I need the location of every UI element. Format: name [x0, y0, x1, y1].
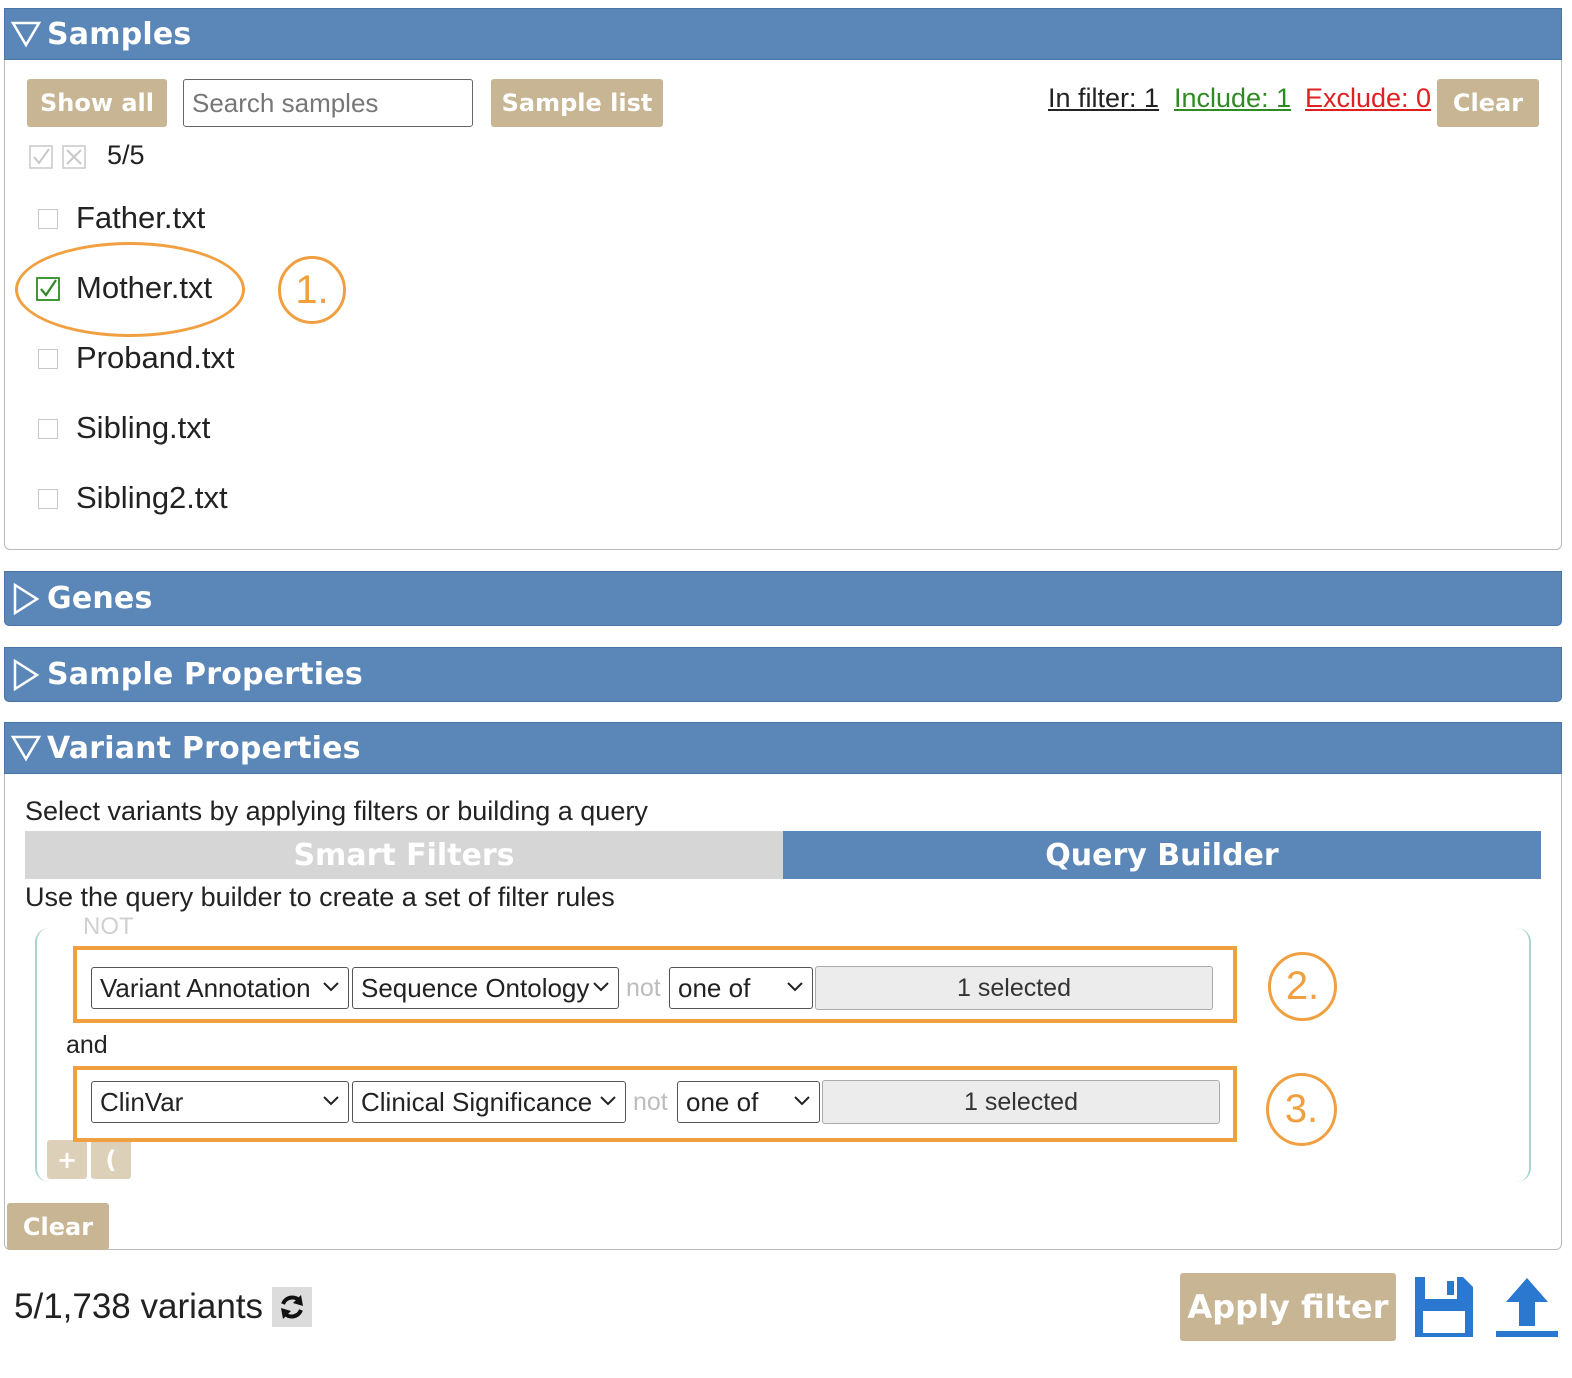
save-icon[interactable]	[1411, 1273, 1477, 1346]
sample-checkbox[interactable]	[38, 419, 58, 439]
exclude-link[interactable]: Exclude: 0	[1305, 83, 1431, 114]
select-all-icon[interactable]	[29, 145, 53, 174]
sample-count: 5/5	[107, 140, 145, 170]
variant-clear-button[interactable]: Clear	[7, 1203, 109, 1250]
sample-label: Father.txt	[76, 200, 206, 235]
variant-properties-section-header[interactable]: Variant Properties	[4, 722, 1562, 774]
add-group-button[interactable]: (	[91, 1140, 131, 1179]
annotation-marker-3: 3.	[1266, 1073, 1337, 1146]
variant-count: 5/1,738 variants	[14, 1287, 264, 1326]
samples-title: Samples	[47, 16, 192, 52]
variant-properties-title: Variant Properties	[47, 730, 361, 766]
expand-triangle-icon	[5, 658, 47, 691]
collapse-triangle-icon	[5, 20, 47, 48]
samples-clear-button[interactable]: Clear	[1437, 79, 1539, 127]
apply-filter-button[interactable]: Apply filter	[1180, 1273, 1396, 1341]
in-filter-link[interactable]: In filter: 1	[1048, 83, 1159, 114]
tab-query-builder[interactable]: Query Builder	[783, 831, 1541, 879]
sample-properties-section-header[interactable]: Sample Properties	[4, 647, 1562, 702]
sample-checkbox[interactable]	[38, 209, 58, 229]
tab-smart-filters[interactable]: Smart Filters	[25, 831, 783, 879]
samples-section-header[interactable]: Samples	[4, 8, 1562, 60]
variant-properties-intro: Select variants by applying filters or b…	[25, 796, 648, 826]
annotation-ellipse	[15, 242, 245, 337]
annotation-marker-2: 2.	[1268, 952, 1337, 1021]
search-samples-input[interactable]: Search samples	[183, 79, 473, 127]
include-link[interactable]: Include: 1	[1174, 83, 1291, 114]
sample-checkbox[interactable]	[38, 349, 58, 369]
genes-section-header[interactable]: Genes	[4, 571, 1562, 626]
query-builder-intro: Use the query builder to create a set of…	[25, 882, 615, 912]
sample-properties-title: Sample Properties	[47, 657, 363, 692]
sample-label: Proband.txt	[76, 340, 235, 375]
show-all-button[interactable]: Show all	[27, 79, 167, 127]
sample-checkbox[interactable]	[38, 489, 58, 509]
upload-icon[interactable]	[1494, 1276, 1560, 1345]
rule-connector: and	[66, 1031, 108, 1059]
collapse-triangle-icon	[5, 734, 47, 762]
refresh-icon[interactable]	[272, 1287, 312, 1327]
sample-label: Sibling.txt	[76, 410, 211, 445]
annotation-marker-1: 1.	[278, 256, 346, 324]
expand-triangle-icon	[5, 582, 47, 615]
not-toggle[interactable]: NOT	[83, 913, 134, 941]
deselect-all-icon[interactable]	[62, 145, 86, 174]
sample-label: Sibling2.txt	[76, 480, 228, 515]
annotation-rect	[73, 1066, 1237, 1142]
add-rule-button[interactable]: +	[47, 1140, 87, 1179]
genes-title: Genes	[47, 581, 153, 616]
sample-list-button[interactable]: Sample list	[491, 79, 663, 127]
annotation-rect	[73, 946, 1237, 1023]
